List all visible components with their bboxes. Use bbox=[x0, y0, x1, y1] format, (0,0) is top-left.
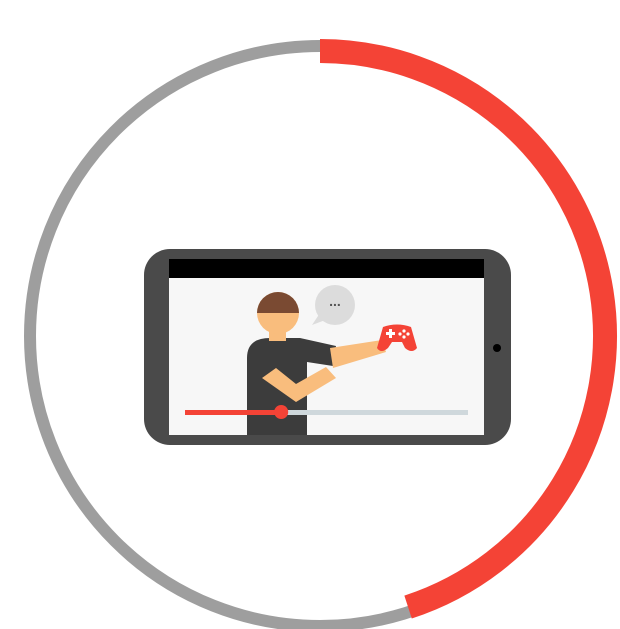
screen-header-bar bbox=[169, 259, 484, 278]
illustration-stage: ... bbox=[0, 0, 620, 629]
camera-dot-icon bbox=[493, 344, 501, 352]
video-gaming-illustration: ... bbox=[24, 39, 617, 629]
video-progress-fill bbox=[185, 410, 282, 415]
speech-bubble-text: ... bbox=[329, 293, 341, 309]
video-progress-handle[interactable] bbox=[274, 405, 289, 419]
